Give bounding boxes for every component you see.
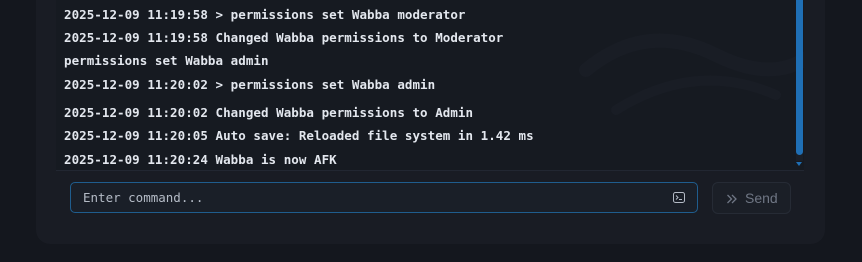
server-console-page: 2025-12-09 11:19:58 > permissions set Wa… xyxy=(0,0,862,262)
command-input-box[interactable] xyxy=(70,182,698,213)
terminal-icon xyxy=(673,192,685,203)
console-scrollbar[interactable] xyxy=(796,0,803,161)
double-chevron-right-icon xyxy=(727,194,737,204)
divider xyxy=(56,170,804,171)
log-line: 2025-12-09 11:20:02 Changed Wabba permis… xyxy=(64,105,474,120)
watermark-logo xyxy=(579,33,804,115)
scroll-down-arrow-icon[interactable] xyxy=(796,162,802,166)
log-line: 2025-12-09 11:19:58 > permissions set Wa… xyxy=(64,7,466,22)
send-label: Send xyxy=(745,190,778,206)
log-line: 2025-12-09 11:19:58 Changed Wabba permis… xyxy=(64,30,504,45)
send-button[interactable]: Send xyxy=(712,182,791,214)
scrollbar-thumb[interactable] xyxy=(796,0,803,155)
log-line: 2025-12-09 11:20:02 > permissions set Wa… xyxy=(64,77,436,92)
log-line: 2025-12-09 11:20:24 Wabba is now AFK xyxy=(64,152,337,167)
command-input[interactable] xyxy=(83,183,653,212)
log-line: 2025-12-09 11:20:05 Auto save: Reloaded … xyxy=(64,128,534,143)
log-line: permissions set Wabba admin xyxy=(64,53,269,68)
